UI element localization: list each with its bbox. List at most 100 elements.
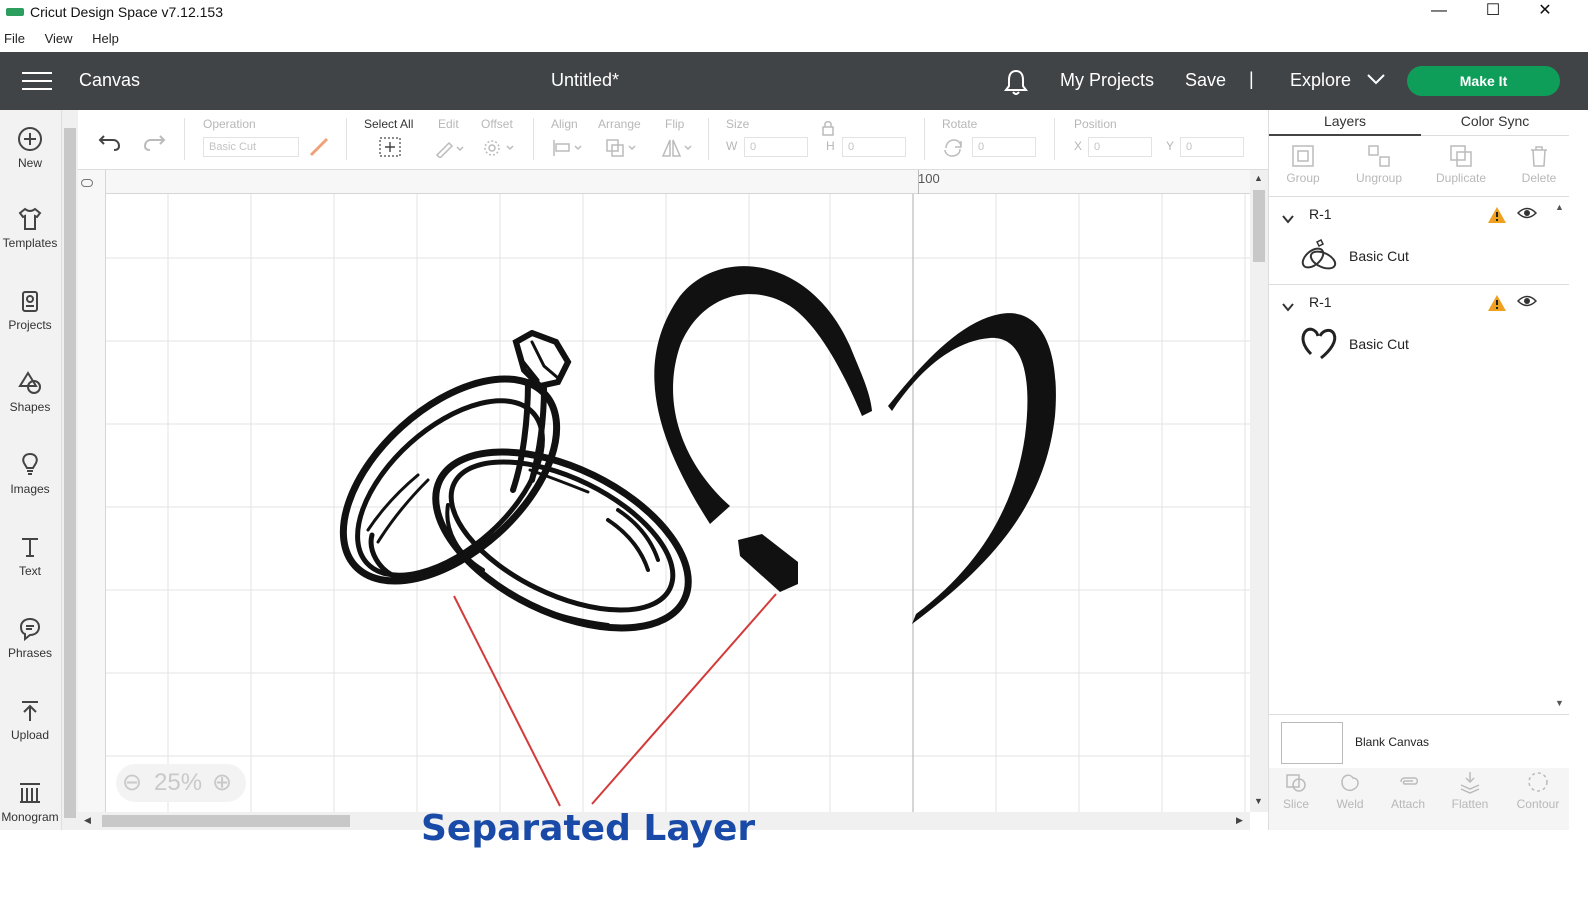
x-position-input[interactable]: 0 — [1088, 137, 1152, 157]
text-icon — [22, 538, 38, 557]
sidebar-scrollbar[interactable] — [62, 110, 78, 830]
sidebar-scroll-thumb[interactable] — [64, 128, 76, 818]
sidebar-item-text[interactable]: Text — [0, 534, 60, 578]
shapes-icon — [18, 371, 41, 394]
my-projects-link[interactable]: My Projects — [1060, 70, 1154, 91]
sidebar-item-projects[interactable]: Projects — [0, 288, 60, 332]
weld-icon — [1341, 774, 1359, 792]
ruler-toggle-icon[interactable] — [81, 179, 93, 187]
menu-file[interactable]: File — [4, 31, 25, 46]
sidebar-item-phrases[interactable]: Phrases — [0, 616, 60, 660]
hamburger-menu-icon[interactable] — [22, 72, 52, 90]
close-button[interactable]: ✕ — [1522, 0, 1568, 26]
y-label: Y — [1166, 139, 1175, 153]
canvas-hscroll-thumb[interactable] — [102, 815, 350, 827]
h-label: H — [826, 139, 835, 153]
zoom-in-icon[interactable]: ⊕ — [212, 764, 232, 802]
speech-icon — [19, 617, 41, 642]
delete-button[interactable]: Delete — [1507, 144, 1571, 185]
align-icon[interactable] — [551, 138, 585, 158]
make-it-button[interactable]: Make It — [1407, 66, 1560, 96]
operation-select[interactable]: Basic Cut — [203, 137, 299, 157]
weld-button[interactable]: Weld — [1319, 770, 1381, 811]
layer-name: R-1 — [1309, 294, 1332, 310]
sidebar-item-upload[interactable]: Upload — [0, 698, 60, 742]
group-label: Group — [1286, 171, 1320, 185]
undo-icon[interactable] — [98, 130, 122, 152]
tab-layers[interactable]: Layers — [1269, 110, 1421, 136]
pen-color-icon[interactable] — [308, 136, 330, 158]
offset-icon[interactable] — [482, 138, 516, 158]
select-all-label[interactable]: Select All — [364, 117, 413, 131]
eye-icon[interactable] — [1517, 294, 1537, 308]
sidebar-label-images: Images — [10, 482, 50, 496]
sidebar-label-phrases: Phrases — [7, 646, 53, 660]
bell-icon[interactable] — [1003, 68, 1029, 96]
menu-view[interactable]: View — [45, 31, 73, 46]
left-sidebar: New Templates Projects Shapes Images Tex… — [0, 110, 62, 830]
duplicate-label: Duplicate — [1435, 171, 1487, 185]
redo-icon[interactable] — [142, 130, 166, 152]
chevron-down-icon[interactable] — [1281, 300, 1295, 314]
slice-label: Slice — [1282, 797, 1309, 811]
canvas-vscroll-thumb[interactable] — [1253, 190, 1265, 262]
sidebar-item-images[interactable]: Images — [0, 452, 60, 496]
sidebar-item-shapes[interactable]: Shapes — [0, 370, 60, 414]
header-separator: | — [1249, 69, 1254, 89]
minimize-button[interactable]: — — [1416, 0, 1462, 26]
save-link[interactable]: Save — [1185, 70, 1226, 91]
size-label: Size — [726, 117, 750, 131]
zoom-out-icon[interactable]: ⊖ — [122, 764, 142, 802]
document-title[interactable]: Untitled* — [551, 70, 619, 91]
ruler-mark: 100 — [918, 171, 940, 186]
app-title: Cricut Design Space v7.12.153 — [30, 4, 223, 20]
chevron-down-icon[interactable] — [1281, 212, 1295, 226]
rotate-input[interactable]: 0 — [972, 137, 1036, 157]
blank-canvas-swatch[interactable] — [1281, 722, 1343, 764]
canvas-vertical-scrollbar[interactable]: ▲ ▼ — [1250, 170, 1268, 812]
layer-operation: Basic Cut — [1349, 336, 1409, 352]
duplicate-button[interactable]: Duplicate — [1429, 144, 1493, 185]
attach-button[interactable]: Attach — [1377, 770, 1439, 811]
group-button[interactable]: Group — [1271, 144, 1335, 185]
select-all-icon[interactable] — [378, 136, 402, 158]
sidebar-item-monogram[interactable]: Monogram — [0, 780, 60, 824]
contour-button[interactable]: Contour — [1507, 770, 1569, 811]
menu-help[interactable]: Help — [92, 31, 119, 46]
horizontal-ruler: 100 — [106, 170, 1250, 194]
chevron-down-icon[interactable] — [1366, 72, 1386, 86]
sidebar-label-shapes: Shapes — [9, 400, 51, 414]
arrange-icon[interactable] — [605, 138, 639, 158]
height-input[interactable]: 0 — [842, 137, 906, 157]
contour-icon — [1528, 772, 1548, 792]
shirt-icon — [18, 207, 42, 230]
warning-icon[interactable] — [1487, 294, 1507, 312]
layer-name: R-1 — [1309, 206, 1332, 222]
flatten-button[interactable]: Flatten — [1439, 770, 1501, 811]
y-position-input[interactable]: 0 — [1180, 137, 1244, 157]
layer-group-1[interactable]: R-1 Basic Cut — [1269, 202, 1569, 288]
lock-icon[interactable] — [820, 120, 836, 136]
edit-pen-icon[interactable] — [434, 138, 464, 158]
layers-panel: Layers Color Sync Group Ungroup Duplicat… — [1265, 110, 1571, 830]
width-input[interactable]: 0 — [744, 137, 808, 157]
eye-icon[interactable] — [1517, 206, 1537, 220]
slice-button[interactable]: Slice — [1265, 770, 1327, 811]
ungroup-button[interactable]: Ungroup — [1347, 144, 1411, 185]
tab-color-sync[interactable]: Color Sync — [1421, 110, 1569, 136]
explore-dropdown[interactable]: Explore — [1290, 70, 1351, 91]
sidebar-label-projects: Projects — [8, 318, 52, 332]
x-label: X — [1074, 139, 1083, 153]
menu-bar: File View Help — [0, 28, 1588, 50]
maximize-button[interactable]: ☐ — [1470, 0, 1516, 26]
heart-artwork[interactable] — [640, 266, 1060, 628]
rotate-icon — [944, 139, 962, 157]
layer-group-2[interactable]: R-1 Basic Cut — [1269, 290, 1569, 376]
sidebar-item-templates[interactable]: Templates — [0, 206, 60, 250]
paperclip-icon — [1400, 777, 1418, 785]
warning-icon[interactable] — [1487, 206, 1507, 224]
cricut-logo-icon — [6, 8, 24, 16]
flip-icon[interactable] — [660, 138, 694, 158]
sidebar-item-new[interactable]: New — [0, 126, 60, 170]
zoom-control: ⊖ 25% ⊕ — [116, 764, 246, 802]
